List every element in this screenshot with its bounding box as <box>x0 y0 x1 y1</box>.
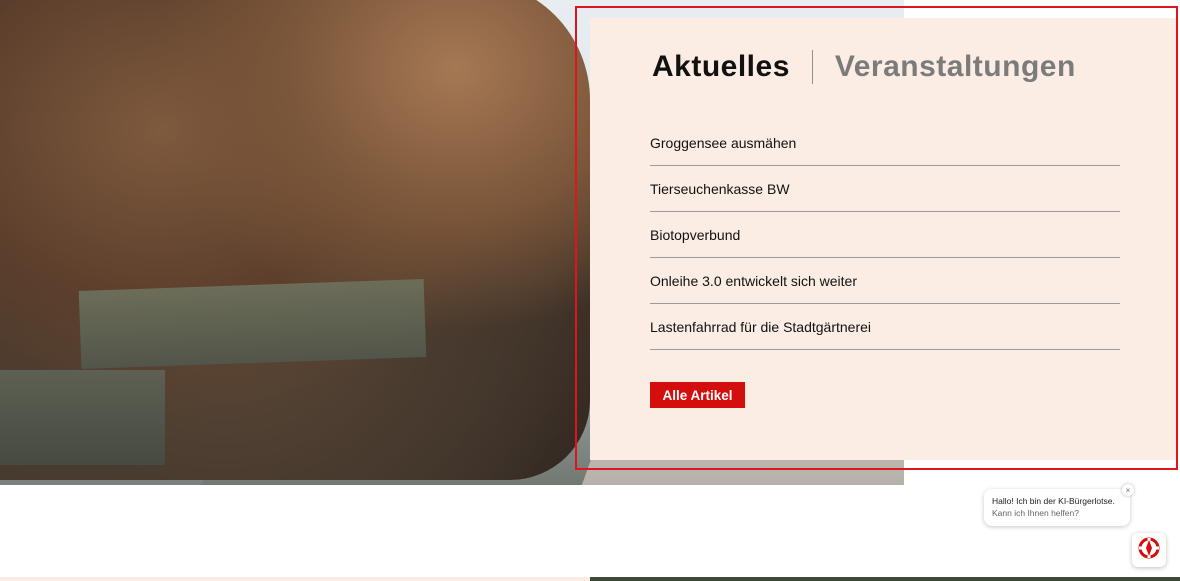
news-list-item[interactable]: Tierseuchenkasse BW <box>650 166 1120 212</box>
tab-aktuelles[interactable]: Aktuelles <box>652 50 790 84</box>
news-item-title[interactable]: Tierseuchenkasse BW <box>650 181 790 197</box>
hero-statue-plank <box>78 279 427 369</box>
assistant-logo-icon <box>1137 536 1161 564</box>
chat-greeting-line1: Hallo! Ich bin der KI-Bürgerlotse. <box>992 496 1115 506</box>
news-item-title[interactable]: Onleihe 3.0 entwickelt sich weiter <box>650 273 857 289</box>
news-list-item[interactable]: Biotopverbund <box>650 212 1120 258</box>
news-item-title[interactable]: Groggensee ausmähen <box>650 135 796 151</box>
tab-divider <box>811 50 813 84</box>
hero-statue-plank-lower <box>0 370 165 465</box>
close-icon[interactable]: × <box>1122 484 1134 496</box>
tab-veranstaltungen[interactable]: Veranstaltungen <box>835 50 1076 84</box>
news-list-item[interactable]: Onleihe 3.0 entwickelt sich weiter <box>650 258 1120 304</box>
news-item-title[interactable]: Biotopverbund <box>650 227 740 243</box>
news-list: Groggensee ausmähen Tierseuchenkasse BW … <box>650 120 1120 350</box>
chat-assistant-button[interactable] <box>1132 533 1166 567</box>
news-panel: Aktuelles Veranstaltungen Groggensee aus… <box>590 18 1177 460</box>
news-list-item[interactable]: Groggensee ausmähen <box>650 120 1120 166</box>
chat-greeting-bubble[interactable]: Hallo! Ich bin der KI-Bürgerlotse. Kann … <box>984 484 1134 526</box>
news-tabs: Aktuelles Veranstaltungen <box>652 50 1076 84</box>
next-section-strip-left <box>0 577 590 581</box>
news-item-title[interactable]: Lastenfahrrad für die Stadtgärtnerei <box>650 319 871 335</box>
next-section-strip-right <box>590 577 1180 581</box>
all-articles-button[interactable]: Alle Artikel <box>650 382 745 408</box>
chat-greeting-line2: Kann ich Ihnen helfen? <box>992 508 1079 518</box>
news-list-item[interactable]: Lastenfahrrad für die Stadtgärtnerei <box>650 304 1120 350</box>
